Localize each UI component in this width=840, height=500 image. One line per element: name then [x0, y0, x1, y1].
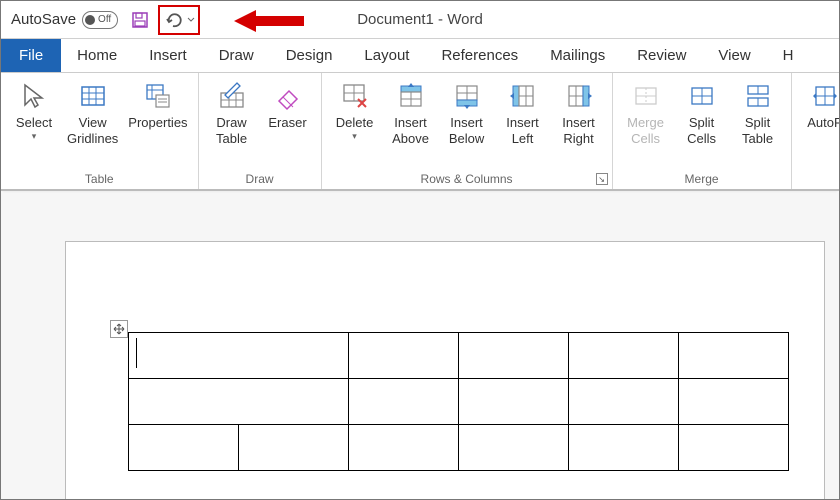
- dialog-launcher[interactable]: ↘: [596, 173, 608, 185]
- table-cell[interactable]: [679, 425, 789, 471]
- document-table[interactable]: [128, 332, 789, 471]
- properties-button[interactable]: Properties: [124, 77, 191, 133]
- autosave-toggle[interactable]: Off: [82, 11, 118, 29]
- group-label: Rows & Columns: [328, 170, 606, 187]
- insert-right-icon: [564, 81, 594, 111]
- table-cell[interactable]: [569, 425, 679, 471]
- tab-insert[interactable]: Insert: [133, 39, 203, 72]
- tab-view[interactable]: View: [702, 39, 766, 72]
- table-cell[interactable]: [679, 333, 789, 379]
- autofit-button[interactable]: AutoF: [798, 77, 840, 133]
- toggle-knob: [85, 15, 95, 25]
- document-area[interactable]: [1, 193, 839, 499]
- group-rows-columns: Delete ▾ InsertAbove InsertBelow InsertL…: [322, 73, 613, 189]
- tab-layout[interactable]: Layout: [348, 39, 425, 72]
- insert-below-icon: [452, 81, 482, 111]
- tab-design[interactable]: Design: [270, 39, 349, 72]
- properties-icon: [143, 81, 173, 111]
- split-cells-button[interactable]: SplitCells: [675, 77, 729, 148]
- group-label: Table: [7, 170, 192, 187]
- chevron-down-icon: ▾: [352, 132, 357, 141]
- table-cell[interactable]: [459, 333, 569, 379]
- table-cell[interactable]: [569, 333, 679, 379]
- tab-mailings[interactable]: Mailings: [534, 39, 621, 72]
- table-cell[interactable]: [459, 425, 569, 471]
- word-window: AutoSave Off: [0, 0, 840, 500]
- text-cursor: [136, 338, 137, 368]
- move-icon: [113, 323, 125, 335]
- split-table-icon: [743, 81, 773, 111]
- tab-home[interactable]: Home: [61, 39, 133, 72]
- insert-right-button[interactable]: InsertRight: [552, 77, 606, 148]
- select-button[interactable]: Select ▾: [7, 77, 61, 143]
- insert-below-button[interactable]: InsertBelow: [440, 77, 494, 148]
- table-cell[interactable]: [459, 379, 569, 425]
- undo-highlight-box: [158, 5, 200, 35]
- table-cell[interactable]: [239, 425, 349, 471]
- tab-references[interactable]: References: [425, 39, 534, 72]
- delete-table-icon: [340, 81, 370, 111]
- table-cell[interactable]: [569, 379, 679, 425]
- split-cells-icon: [687, 81, 717, 111]
- merge-cells-icon: [631, 81, 661, 111]
- table-row[interactable]: [129, 333, 789, 379]
- autosave-state: Off: [98, 14, 111, 25]
- table-move-handle[interactable]: [110, 320, 128, 338]
- group-draw: DrawTable Eraser Draw: [199, 73, 322, 189]
- undo-icon: [164, 10, 184, 30]
- table-cell[interactable]: [129, 333, 349, 379]
- view-gridlines-button[interactable]: ViewGridlines: [63, 77, 122, 148]
- autofit-icon: [810, 81, 840, 111]
- table-cell[interactable]: [129, 379, 349, 425]
- autosave-label: AutoSave: [11, 11, 76, 28]
- table-cell[interactable]: [349, 333, 459, 379]
- tab-draw[interactable]: Draw: [203, 39, 270, 72]
- ribbon: Select ▾ ViewGridlines Properties Table: [1, 73, 839, 191]
- eraser-button[interactable]: Eraser: [261, 77, 315, 133]
- group-label: Draw: [205, 170, 315, 187]
- table-cell[interactable]: [349, 425, 459, 471]
- tab-review[interactable]: Review: [621, 39, 702, 72]
- save-icon: [131, 11, 149, 29]
- insert-above-button[interactable]: InsertAbove: [384, 77, 438, 148]
- delete-button[interactable]: Delete ▾: [328, 77, 382, 143]
- undo-menu-caret[interactable]: [186, 16, 196, 24]
- group-table: Select ▾ ViewGridlines Properties Table: [1, 73, 199, 189]
- pencil-table-icon: [217, 81, 247, 111]
- insert-above-icon: [396, 81, 426, 111]
- cursor-icon: [19, 81, 49, 111]
- quick-access-toolbar: [128, 5, 200, 35]
- save-button[interactable]: [128, 8, 152, 32]
- page[interactable]: [65, 241, 825, 499]
- title-bar: AutoSave Off: [1, 1, 839, 39]
- draw-table-button[interactable]: DrawTable: [205, 77, 259, 148]
- autosave-control[interactable]: AutoSave Off: [11, 11, 118, 29]
- chevron-down-icon: ▾: [32, 132, 37, 141]
- merge-cells-button: MergeCells: [619, 77, 673, 148]
- document-title: Document1 - Word: [1, 11, 839, 28]
- table-row[interactable]: [129, 379, 789, 425]
- insert-left-button[interactable]: InsertLeft: [496, 77, 550, 148]
- tab-help[interactable]: H: [767, 39, 810, 72]
- group-label: Merge: [619, 170, 785, 187]
- ribbon-tabs: File Home Insert Draw Design Layout Refe…: [1, 39, 839, 73]
- eraser-icon: [273, 81, 303, 111]
- table-row[interactable]: [129, 425, 789, 471]
- table-cell[interactable]: [129, 425, 239, 471]
- chevron-down-icon: [187, 16, 195, 24]
- tab-file[interactable]: File: [1, 39, 61, 72]
- table-cell[interactable]: [679, 379, 789, 425]
- group-merge: MergeCells SplitCells SplitTable Merge: [613, 73, 792, 189]
- insert-left-icon: [508, 81, 538, 111]
- undo-button[interactable]: [162, 8, 186, 32]
- group-cell-size: AutoF: [792, 73, 840, 189]
- split-table-button[interactable]: SplitTable: [731, 77, 785, 148]
- gridlines-icon: [78, 81, 108, 111]
- table-cell[interactable]: [349, 379, 459, 425]
- group-label: [798, 184, 840, 187]
